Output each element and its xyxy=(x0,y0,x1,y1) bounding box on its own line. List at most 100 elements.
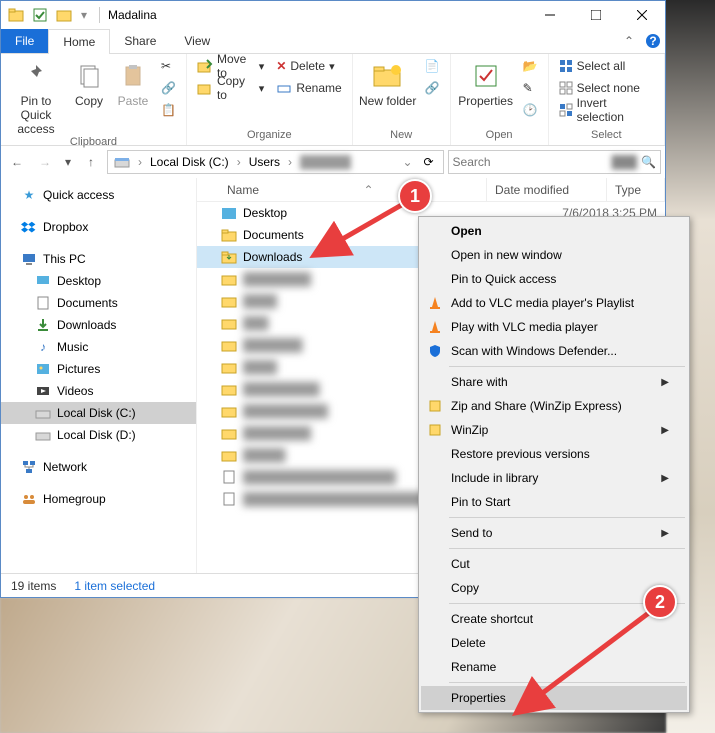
documents-icon xyxy=(35,295,51,311)
tab-share[interactable]: Share xyxy=(110,29,170,53)
navitem-homegroup[interactable]: Homegroup xyxy=(1,488,196,510)
properties-button[interactable]: Properties xyxy=(457,56,515,108)
refresh-button[interactable]: ⟳ xyxy=(417,150,441,174)
pin-label: Pin to Quick access xyxy=(7,94,65,136)
ctx-restore[interactable]: Restore previous versions xyxy=(421,442,687,466)
qat-properties-icon[interactable] xyxy=(31,6,49,24)
navitem-local-disk-d[interactable]: Local Disk (D:) xyxy=(1,424,196,446)
ctx-share-with[interactable]: Share with▶ xyxy=(421,370,687,394)
star-icon: ★ xyxy=(21,187,37,203)
select-all-button[interactable]: Select all xyxy=(555,56,658,76)
qat-explorer-icon[interactable] xyxy=(7,6,25,24)
forward-button[interactable]: → xyxy=(33,150,57,174)
ctx-pin-quick-access[interactable]: Pin to Quick access xyxy=(421,267,687,291)
navitem-videos[interactable]: Videos xyxy=(1,380,196,402)
ctx-open-new-window[interactable]: Open in new window xyxy=(421,243,687,267)
ctx-open[interactable]: Open xyxy=(421,219,687,243)
navitem-network[interactable]: Network xyxy=(1,456,196,478)
edit-button[interactable]: ✎ xyxy=(519,78,542,98)
history-button[interactable]: 🕑 xyxy=(519,100,542,120)
downloads-icon xyxy=(35,317,51,333)
maximize-button[interactable] xyxy=(573,1,619,29)
ctx-rename[interactable]: Rename xyxy=(421,655,687,679)
chevron-right-icon[interactable]: › xyxy=(136,155,144,169)
navitem-quick-access[interactable]: ★Quick access xyxy=(1,184,196,206)
ribbon: Pin to Quick access Copy Paste ✂ 🔗 📋 Cli… xyxy=(1,54,665,146)
open-button[interactable]: 📂 xyxy=(519,56,542,76)
close-button[interactable] xyxy=(619,1,665,29)
copy-button[interactable]: Copy xyxy=(69,56,109,108)
up-button[interactable]: ↑ xyxy=(79,150,103,174)
qat-newfolder-icon[interactable] xyxy=(55,6,73,24)
selectall-icon xyxy=(559,59,573,73)
minimize-button[interactable] xyxy=(527,1,573,29)
crumb-localdisk[interactable]: Local Disk (C:) xyxy=(146,151,233,173)
search-input[interactable] xyxy=(453,155,608,169)
tab-file[interactable]: File xyxy=(1,29,48,53)
navitem-local-disk-c[interactable]: Local Disk (C:) xyxy=(1,402,196,424)
title-bar: ▾ Madalina xyxy=(1,1,665,29)
column-name[interactable]: Name⌃ xyxy=(197,178,487,201)
recent-locations-button[interactable]: ▾ xyxy=(61,150,75,174)
crumb-redacted[interactable]: ██████ xyxy=(296,151,355,173)
navitem-documents[interactable]: Documents xyxy=(1,292,196,314)
delete-button[interactable]: ✕Delete ▾ xyxy=(272,56,345,76)
back-button[interactable]: ← xyxy=(5,150,29,174)
pc-icon xyxy=(21,251,37,267)
select-none-button[interactable]: Select none xyxy=(555,78,658,98)
folder-icon xyxy=(221,249,237,265)
address-bar[interactable]: › Local Disk (C:) › Users › ██████ ⌄ ⟳ xyxy=(107,150,444,174)
tab-home[interactable]: Home xyxy=(48,29,110,54)
chevron-right-icon[interactable]: › xyxy=(286,155,294,169)
navitem-this-pc[interactable]: This PC xyxy=(1,248,196,270)
navitem-music[interactable]: ♪Music xyxy=(1,336,196,358)
videos-icon xyxy=(35,383,51,399)
ctx-properties[interactable]: Properties xyxy=(421,686,687,710)
tab-view[interactable]: View xyxy=(170,29,224,53)
ctx-vlc-add[interactable]: Add to VLC media player's Playlist xyxy=(421,291,687,315)
new-folder-button[interactable]: New folder xyxy=(359,56,417,108)
rename-button[interactable]: Rename xyxy=(272,78,345,98)
new-item-button[interactable]: 📄 xyxy=(421,56,444,76)
paste-shortcut-button[interactable]: 📋 xyxy=(157,100,180,120)
ctx-send-to[interactable]: Send to▶ xyxy=(421,521,687,545)
column-type[interactable]: Type xyxy=(607,178,665,201)
navitem-desktop[interactable]: Desktop xyxy=(1,270,196,292)
copy-path-button[interactable]: 🔗 xyxy=(157,78,180,98)
status-item-count: 19 items xyxy=(11,579,56,593)
column-date[interactable]: Date modified xyxy=(487,178,607,201)
file-icon xyxy=(221,491,237,507)
move-to-button[interactable]: Move to ▾ xyxy=(193,56,268,76)
ctx-pin-start[interactable]: Pin to Start xyxy=(421,490,687,514)
crumb-users[interactable]: Users xyxy=(245,151,284,173)
collapse-ribbon-button[interactable]: ⌃ xyxy=(617,29,641,53)
address-dropdown-icon[interactable]: ⌄ xyxy=(400,155,414,169)
ctx-include-library[interactable]: Include in library▶ xyxy=(421,466,687,490)
moveto-icon xyxy=(197,58,213,74)
ctx-winzip-express[interactable]: Zip and Share (WinZip Express) xyxy=(421,394,687,418)
ctx-delete[interactable]: Delete xyxy=(421,631,687,655)
easy-access-button[interactable]: 🔗 xyxy=(421,78,444,98)
navitem-downloads[interactable]: Downloads xyxy=(1,314,196,336)
qat-dropdown-icon[interactable]: ▾ xyxy=(79,6,89,24)
navitem-dropbox[interactable]: Dropbox xyxy=(1,216,196,238)
search-box[interactable]: ███ 🔍 xyxy=(448,150,661,174)
help-button[interactable]: ? xyxy=(641,29,665,53)
ctx-defender[interactable]: Scan with Windows Defender... xyxy=(421,339,687,363)
ctx-vlc-play[interactable]: Play with VLC media player xyxy=(421,315,687,339)
ctx-cut[interactable]: Cut xyxy=(421,552,687,576)
cut-button[interactable]: ✂ xyxy=(157,56,180,76)
chevron-right-icon[interactable]: › xyxy=(235,155,243,169)
step-badge-1: 1 xyxy=(398,179,432,213)
paste-icon xyxy=(117,60,149,92)
navitem-pictures[interactable]: Pictures xyxy=(1,358,196,380)
drive-icon[interactable] xyxy=(110,151,134,173)
paste-button[interactable]: Paste xyxy=(113,56,153,108)
folder-icon xyxy=(221,315,237,331)
ctx-separator xyxy=(449,682,685,683)
ctx-winzip[interactable]: WinZip▶ xyxy=(421,418,687,442)
copy-to-button[interactable]: Copy to ▾ xyxy=(193,78,268,98)
folder-icon xyxy=(221,447,237,463)
invert-selection-button[interactable]: Invert selection xyxy=(555,100,658,120)
pin-to-quick-access-button[interactable]: Pin to Quick access xyxy=(7,56,65,136)
